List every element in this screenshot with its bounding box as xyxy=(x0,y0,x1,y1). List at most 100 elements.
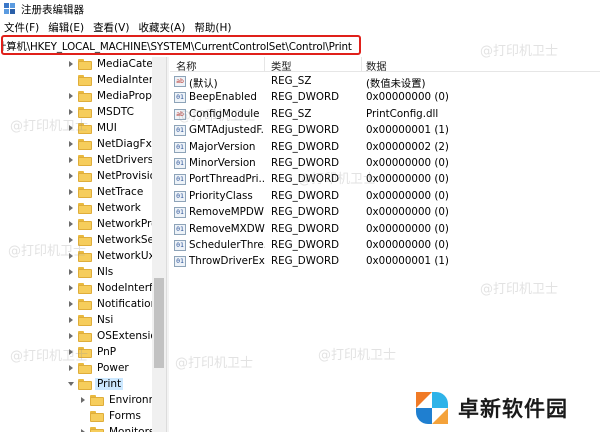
tree-scrollbar[interactable] xyxy=(152,57,166,432)
value-data: 0x00000000 (0) xyxy=(366,91,449,104)
folder-icon xyxy=(78,106,92,118)
value-row[interactable]: 01SchedulerThre... REG_DWORD 0x00000000 (0… xyxy=(170,237,600,253)
column-divider[interactable] xyxy=(264,57,265,72)
chevron-right-icon[interactable] xyxy=(68,200,76,216)
tree-item[interactable]: Power xyxy=(68,360,131,376)
chevron-right-icon[interactable] xyxy=(68,344,76,360)
column-header-data[interactable]: 数据 xyxy=(366,58,387,73)
tree-item[interactable]: Monitors xyxy=(80,424,156,432)
value-type: REG_DWORD xyxy=(271,222,340,235)
folder-icon xyxy=(78,234,92,246)
menu-help[interactable]: 帮助(H) xyxy=(192,20,238,35)
column-header-type[interactable]: 类型 xyxy=(271,58,292,73)
value-row[interactable]: 01 PriorityClass REG_DWORD 0x00000000 (0) xyxy=(170,188,600,204)
chevron-right-icon[interactable] xyxy=(68,232,76,248)
tree-item[interactable]: MUI xyxy=(68,120,119,136)
tree-item[interactable]: Nls xyxy=(68,264,115,280)
value-row[interactable]: 01 BeepEnabled REG_DWORD 0x00000000 (0) xyxy=(170,89,600,105)
chevron-right-icon[interactable] xyxy=(68,312,76,328)
value-data: 0x00000000 (0) xyxy=(366,206,449,219)
menu-bar: 文件(F) 编辑(E) 查看(V) 收藏夹(A) 帮助(H) xyxy=(0,19,600,36)
value-type: REG_DWORD xyxy=(271,206,340,219)
chevron-right-icon[interactable] xyxy=(68,104,76,120)
chevron-right-icon[interactable] xyxy=(68,152,76,168)
chevron-right-icon[interactable] xyxy=(68,88,76,104)
chevron-right-icon[interactable] xyxy=(68,168,76,184)
chevron-right-icon[interactable] xyxy=(68,360,76,376)
string-value-icon: ab xyxy=(174,76,186,87)
tree-item[interactable]: Notifications xyxy=(68,296,165,312)
chevron-right-icon[interactable] xyxy=(80,392,88,408)
tree-item-label: MUI xyxy=(97,122,117,134)
menu-view[interactable]: 查看(V) xyxy=(91,20,136,35)
address-bar[interactable]: 计算机\HKEY_LOCAL_MACHINE\SYSTEM\CurrentCon… xyxy=(1,35,361,55)
tree-item[interactable]: Nsi xyxy=(68,312,115,328)
value-type: REG_DWORD xyxy=(271,239,340,251)
folder-icon xyxy=(78,218,92,230)
tree-item[interactable]: NetDrivers xyxy=(68,152,155,168)
menu-file[interactable]: 文件(F) xyxy=(2,20,46,35)
chevron-right-icon[interactable] xyxy=(68,280,76,296)
value-row[interactable]: 01 GMTAdjustedF... REG_DWORD 0x00000001 (1) xyxy=(170,122,600,138)
value-name: MajorVersion xyxy=(189,140,256,153)
value-name: (默认) xyxy=(189,78,218,90)
value-row[interactable]: 01 RemoveMPDW REG_DWORD 0x00000000 (0) xyxy=(170,204,600,220)
tree-item[interactable]: Network xyxy=(68,200,143,216)
tree-item[interactable]: MSDTC xyxy=(68,104,136,120)
values-pane[interactable]: 名称 类型 数据 ab (默认) REG_SZ (数值未设置) 01 BeepEnable… xyxy=(170,57,600,432)
value-row[interactable]: 01 MinorVersion REG_DWORD 0x00000000 (0) xyxy=(170,155,600,171)
chevron-right-icon[interactable] xyxy=(68,120,76,136)
brand-logo: 卓新软件园 xyxy=(414,384,600,432)
value-row[interactable]: 01 PortThreadPri... REG_DWORD 0x00000000 (0… xyxy=(170,171,600,187)
chevron-right-icon[interactable] xyxy=(68,248,76,264)
tree-item[interactable]: Print xyxy=(68,376,124,392)
value-data: 0x00000000 (0) xyxy=(366,173,449,186)
value-row[interactable]: ab (默认) REG_SZ (数值未设置) xyxy=(170,73,600,90)
window-title: 注册表编辑器 xyxy=(21,3,84,16)
folder-icon xyxy=(90,394,104,406)
folder-icon xyxy=(78,90,92,102)
chevron-right-icon[interactable] xyxy=(68,136,76,152)
value-name: ThrowDriverEx... xyxy=(189,255,265,268)
tree-item[interactable]: NetDiagFx xyxy=(68,136,154,152)
key-tree[interactable]: MediaCategoriesMediaInterfacesMediaPrope… xyxy=(0,57,166,432)
folder-icon xyxy=(78,298,92,310)
brand-name: 卓新软件园 xyxy=(458,397,568,421)
brand-logo-icon xyxy=(414,390,450,426)
tree-item[interactable]: Forms xyxy=(80,408,143,424)
value-row[interactable]: 01ThrowDriverEx... REG_DWORD 0x00000001 (1… xyxy=(170,253,600,269)
value-row[interactable]: 01 MajorVersion REG_DWORD 0x00000002 (2) xyxy=(170,139,600,155)
folder-icon xyxy=(78,282,92,294)
chevron-right-icon[interactable] xyxy=(68,264,76,280)
value-type: REG_DWORD xyxy=(271,255,340,268)
chevron-right-icon[interactable] xyxy=(68,184,76,200)
column-divider[interactable] xyxy=(361,57,362,72)
chevron-right-icon[interactable] xyxy=(68,57,76,72)
address-path[interactable]: 计算机\HKEY_LOCAL_MACHINE\SYSTEM\CurrentCon… xyxy=(3,38,352,53)
folder-icon xyxy=(78,122,92,134)
value-name: PortThreadPri... xyxy=(189,173,265,186)
tree-item[interactable]: NetProvision xyxy=(68,168,165,184)
folder-icon xyxy=(90,426,104,432)
value-row[interactable]: ab ConfigModule REG_SZ PrintConfig.dll xyxy=(170,106,600,122)
folder-icon xyxy=(78,138,92,150)
chevron-right-icon[interactable] xyxy=(68,296,76,312)
tree-item[interactable]: PnP xyxy=(68,344,118,360)
column-header-name[interactable]: 名称 xyxy=(176,58,197,73)
value-name: PriorityClass xyxy=(189,189,253,202)
value-data: PrintConfig.dll xyxy=(366,107,439,120)
pane-splitter[interactable] xyxy=(166,57,169,432)
chevron-right-icon[interactable] xyxy=(80,424,88,432)
chevron-right-icon[interactable] xyxy=(68,328,76,344)
title-bar: 注册表编辑器 xyxy=(0,0,600,18)
dword-value-icon: 01 xyxy=(174,223,186,235)
chevron-down-icon[interactable] xyxy=(68,376,76,392)
value-type: REG_SZ xyxy=(271,75,312,87)
menu-edit[interactable]: 编辑(E) xyxy=(46,20,91,35)
tree-scrollbar-thumb[interactable] xyxy=(154,278,164,368)
menu-favorites[interactable]: 收藏夹(A) xyxy=(136,20,192,35)
chevron-right-icon[interactable] xyxy=(68,216,76,232)
value-row[interactable]: 01 RemoveMXDW REG_DWORD 0x00000000 (0) xyxy=(170,221,600,237)
dword-value-icon: 01 xyxy=(174,174,186,186)
tree-item[interactable]: NetTrace xyxy=(68,184,145,200)
